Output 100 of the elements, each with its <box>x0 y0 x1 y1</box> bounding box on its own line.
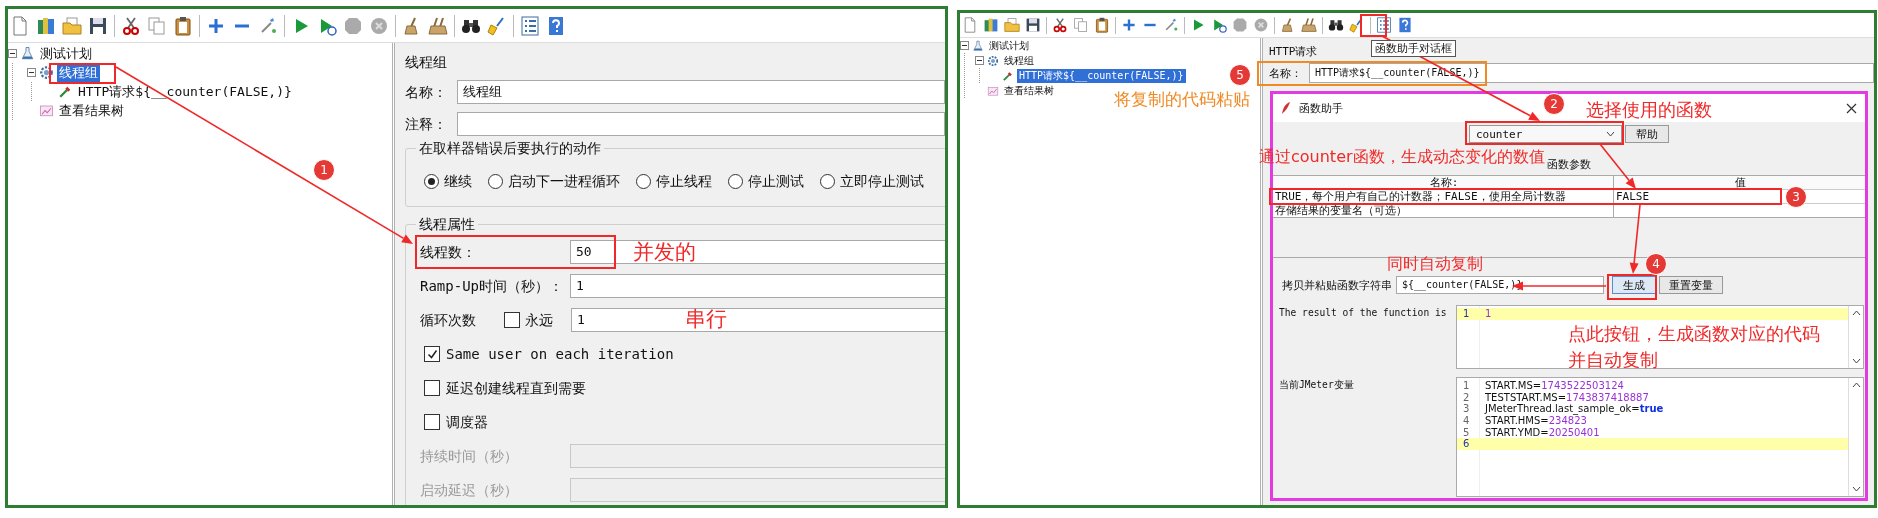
play-icon[interactable] <box>1211 17 1227 33</box>
wand-icon[interactable] <box>1163 17 1179 33</box>
radio-label[interactable]: 启动下一进程循环 <box>508 172 620 190</box>
help-button[interactable]: 帮助 <box>1625 125 1669 143</box>
paste-icon[interactable] <box>173 15 193 36</box>
generate-button[interactable]: 生成 <box>1612 276 1656 294</box>
radio-button[interactable] <box>636 173 651 189</box>
checkbox-label[interactable]: 调度器 <box>446 413 488 431</box>
gear-icon <box>987 54 999 67</box>
code-editor[interactable]: 1 1 点此按钮，生成函数对应的代码并自动复制 <box>1456 305 1864 369</box>
reset-button[interactable]: 重置变量 <box>1659 276 1723 294</box>
highlight-frame <box>1607 274 1657 300</box>
line-number: 1 <box>1462 308 1471 320</box>
chevron-up-icon[interactable] <box>1851 310 1861 316</box>
paste-icon[interactable] <box>1094 17 1110 33</box>
chart-icon <box>987 84 999 97</box>
radio-button[interactable] <box>820 173 835 189</box>
text-field[interactable]: 1 <box>570 274 945 298</box>
collapse-icon[interactable] <box>8 49 17 58</box>
arrow <box>1629 204 1641 274</box>
radio-label[interactable]: 停止线程 <box>656 172 712 190</box>
text-field[interactable] <box>457 112 945 136</box>
tree-item[interactable]: 查看结果树 <box>1002 83 1056 98</box>
help-icon[interactable] <box>546 15 566 36</box>
collapse-icon[interactable] <box>960 41 969 50</box>
annotation-text: 同时自动复制 <box>1387 253 1483 275</box>
list-icon[interactable] <box>520 15 540 36</box>
line-number: 2 <box>1462 391 1471 404</box>
pipette-icon <box>58 84 73 99</box>
tree-item[interactable]: 测试计划 <box>987 38 1031 53</box>
table-cell: 存储结果的变量名（可选） <box>1275 204 1407 217</box>
field-label: 名称： <box>405 83 448 101</box>
code-line: START.YMD=20250401 <box>1484 426 1600 439</box>
chevron-down-icon[interactable] <box>1851 358 1861 364</box>
broom-icon[interactable] <box>487 15 507 36</box>
annotation-text: 选择使用的函数 <box>1586 98 1712 122</box>
field-label: 循环次数 <box>420 311 477 329</box>
folder-icon[interactable] <box>1004 17 1020 33</box>
arrow <box>1599 143 1636 189</box>
field-label: 注释： <box>405 115 448 133</box>
book-icon[interactable] <box>36 15 56 36</box>
cut-icon[interactable] <box>121 15 141 36</box>
broom-icon[interactable] <box>428 15 448 36</box>
add-icon[interactable] <box>1121 17 1137 33</box>
dropdown-value: counter <box>1476 127 1523 141</box>
broom-icon[interactable] <box>1301 17 1317 33</box>
field-label: 线程数： <box>420 243 477 261</box>
radio-label[interactable]: 停止测试 <box>748 172 804 190</box>
radio-button[interactable] <box>424 173 439 189</box>
save-icon[interactable] <box>88 15 108 36</box>
tree-item[interactable]: 测试计划 <box>38 44 94 63</box>
flask-icon <box>20 46 35 61</box>
text-field[interactable]: 线程组 <box>457 80 945 104</box>
checkbox-label[interactable]: 永远 <box>525 311 571 329</box>
code-line: TESTSTART.MS=1743837418887 <box>1484 391 1649 404</box>
chevron-up-icon[interactable] <box>1851 382 1861 388</box>
field-label: 持续时间（秒） <box>420 447 519 465</box>
table-cell: TRUE，每个用户有自己的计数器；FALSE，使用全局计数器 <box>1275 190 1566 203</box>
annotation-text: 并发的 <box>633 239 696 266</box>
tree-item[interactable]: 线程组 <box>1002 53 1036 68</box>
panel-title: HTTP请求 <box>1269 45 1318 58</box>
field-label: 启动延迟（秒） <box>420 481 519 499</box>
field-label: 当前JMeter变量 <box>1279 378 1355 392</box>
checkbox-label[interactable]: Same user on each iteration <box>446 345 674 363</box>
feather-icon <box>1281 101 1291 115</box>
chart-icon <box>39 103 54 118</box>
highlight-frame <box>1360 14 1387 37</box>
collapse-icon[interactable] <box>27 68 36 77</box>
code-editor[interactable]: 1 START.MS=1743522503124 2 TESTSTART.MS=1743837418887 3 JMeterThread.last_sample_ok=true 4 START.HMS=234823 5 START.YMD=20250401 6 <box>1456 377 1864 497</box>
group-title: 线程属性 <box>416 215 478 233</box>
checkbox[interactable] <box>424 414 440 430</box>
line-number: 3 <box>1462 403 1471 416</box>
broom-icon[interactable] <box>1280 17 1296 33</box>
line-number: 4 <box>1462 415 1471 427</box>
checkbox[interactable] <box>504 312 520 328</box>
function-dropdown[interactable]: counter <box>1469 125 1622 143</box>
save-icon[interactable] <box>1025 17 1041 33</box>
radio-label[interactable]: 继续 <box>444 172 472 190</box>
new-file-icon[interactable] <box>10 15 30 36</box>
checkbox-label[interactable]: 延迟创建线程直到需要 <box>446 379 586 397</box>
collapse-icon[interactable] <box>975 56 984 65</box>
tree-item[interactable]: 查看结果树 <box>57 101 126 120</box>
code-line: START.HMS=234823 <box>1484 415 1587 427</box>
chevron-down-icon[interactable] <box>1851 486 1861 492</box>
radio-button[interactable] <box>488 173 503 189</box>
help-icon[interactable] <box>1397 17 1413 33</box>
table-cell[interactable]: FALSE <box>1616 190 1650 203</box>
pipette-icon <box>1002 69 1014 82</box>
radio-button[interactable] <box>728 173 743 189</box>
close-icon[interactable] <box>1846 102 1857 114</box>
dialog-title: 函数助手 <box>1299 100 1343 116</box>
checkbox[interactable] <box>424 346 440 362</box>
book-icon[interactable] <box>983 17 999 33</box>
radio-label[interactable]: 立即停止测试 <box>840 172 924 190</box>
cut-icon[interactable] <box>1052 17 1068 33</box>
binoculars-icon[interactable] <box>1328 17 1344 33</box>
chevron-down-icon[interactable] <box>1606 131 1615 137</box>
text-field[interactable]: ${__counter(FALSE,)} <box>1396 276 1604 294</box>
checkbox[interactable] <box>424 380 440 396</box>
tree-item[interactable]: HTTP请求${__counter(FALSE,)} <box>1017 68 1186 83</box>
